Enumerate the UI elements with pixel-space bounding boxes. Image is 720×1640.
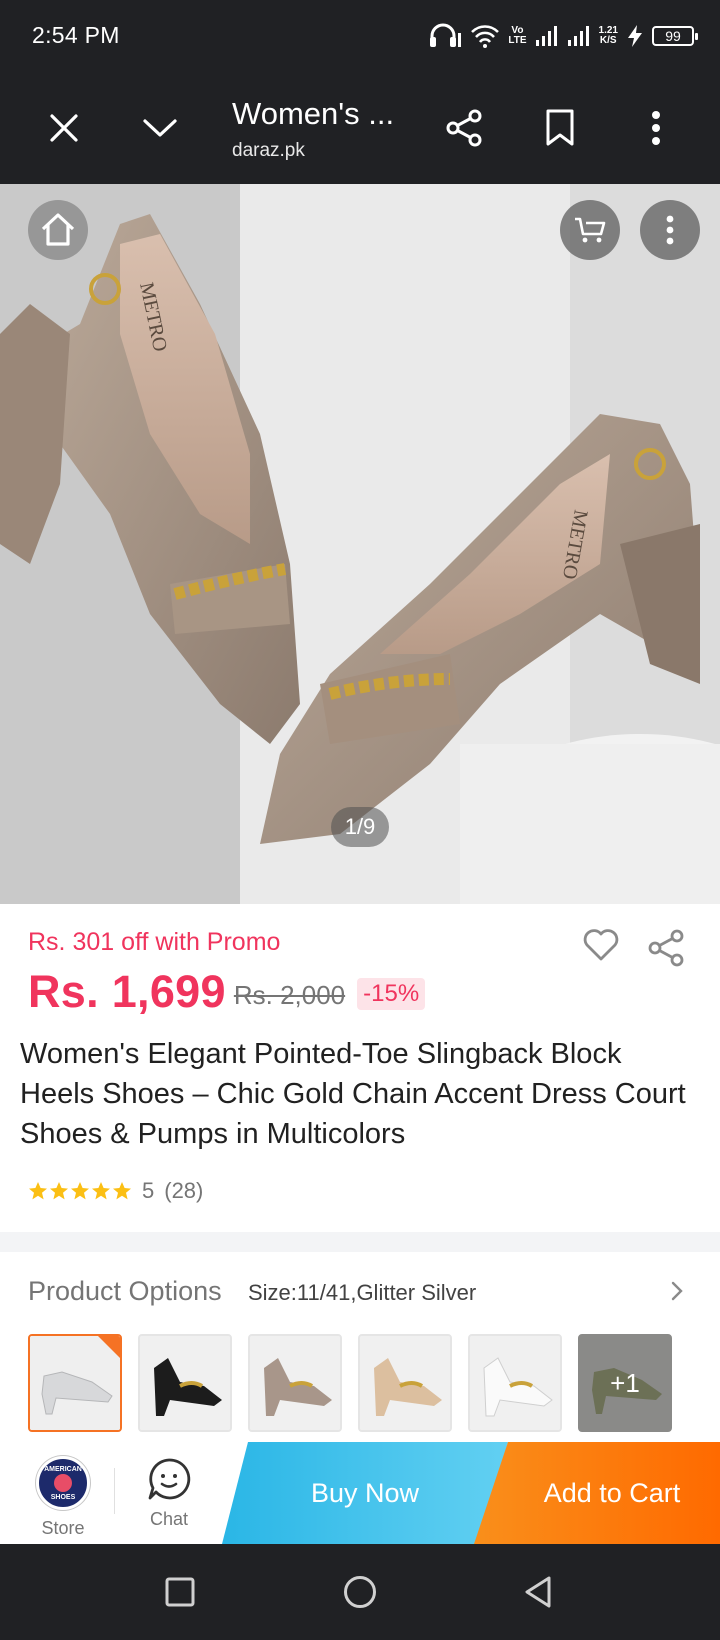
chat-label: Chat xyxy=(149,1509,189,1529)
options-expand-button[interactable] xyxy=(670,1280,684,1307)
current-price: Rs. 1,699 xyxy=(28,966,226,1017)
home-nav-button[interactable] xyxy=(336,1568,384,1616)
product-share-button[interactable] xyxy=(646,928,686,973)
divider xyxy=(114,1468,115,1514)
store-button[interactable]: AMERICAN SHOES Store xyxy=(28,1456,98,1539)
cart-icon xyxy=(575,217,606,243)
bookmark-button[interactable] xyxy=(532,100,588,156)
status-time: 2:54 PM xyxy=(32,22,120,48)
variant-thumbnail[interactable] xyxy=(28,1334,122,1432)
rating-count: (28) xyxy=(164,1178,204,1203)
more-vert-icon xyxy=(666,215,674,245)
charging-icon xyxy=(628,25,642,47)
page-url: daraz.pk xyxy=(232,140,305,161)
shoe-thumbnail-taupe xyxy=(250,1336,340,1430)
battery-indicator: 99 xyxy=(652,26,698,46)
chevron-right-icon xyxy=(671,1281,683,1301)
network-speed: 1.21 K/S xyxy=(598,25,618,46)
more-options-button[interactable] xyxy=(628,100,684,156)
share-icon xyxy=(446,109,482,147)
back-triangle-icon xyxy=(525,1576,551,1608)
recents-button[interactable] xyxy=(156,1568,204,1616)
options-label: Product Options xyxy=(28,1276,222,1306)
volte-indicator: Vo LTE xyxy=(508,25,527,46)
original-price: Rs. 2,000 xyxy=(233,979,346,1010)
close-button[interactable] xyxy=(36,100,92,156)
chat-icon xyxy=(148,1458,191,1500)
store-logo: AMERICAN SHOES xyxy=(36,1456,90,1510)
system-navigation-bar xyxy=(0,1544,720,1640)
shoe-thumbnail-beige xyxy=(360,1336,450,1430)
shoe-thumbnail-white xyxy=(470,1336,560,1430)
add-to-cart-button[interactable]: Add to Cart xyxy=(474,1442,720,1544)
star-icon xyxy=(92,1182,110,1200)
cart-button[interactable] xyxy=(560,200,620,260)
promo-text: Rs. 301 off with Promo xyxy=(28,928,281,956)
variant-thumbnail[interactable] xyxy=(138,1334,232,1432)
wishlist-button[interactable] xyxy=(582,928,620,967)
star-icon xyxy=(113,1182,131,1200)
gallery-more-button[interactable] xyxy=(640,200,700,260)
product-photo: METRO METRO xyxy=(0,184,720,904)
bookmark-icon xyxy=(546,109,574,146)
bottom-action-bar: AMERICAN SHOES Store Chat Buy Now Add to… xyxy=(0,1442,720,1544)
variant-thumbnail[interactable] xyxy=(358,1334,452,1432)
options-selected-value: Size:11/41,Glitter Silver xyxy=(248,1280,477,1305)
rating-score: 5 xyxy=(142,1178,155,1203)
star-icon xyxy=(71,1182,89,1200)
home-icon xyxy=(41,213,75,246)
rating[interactable]: 5 (28) xyxy=(28,1178,203,1204)
share-icon xyxy=(648,929,684,967)
recents-icon xyxy=(165,1577,195,1607)
status-bar: 2:54 PM Vo LTE 1.21 K/S 99 xyxy=(0,0,720,72)
shoe-thumbnail-silver xyxy=(30,1336,120,1430)
more-vert-icon xyxy=(652,111,660,145)
variant-thumbnails: +1 xyxy=(28,1334,672,1432)
heart-icon xyxy=(583,929,619,961)
signal-icon-2 xyxy=(567,26,589,46)
product-title: Women's Elegant Pointed-Toe Slingback Bl… xyxy=(20,1038,686,1150)
product-image-gallery[interactable]: METRO METRO 1/9 xyxy=(0,184,720,904)
browser-toolbar: Women's ... daraz.pk xyxy=(0,72,720,184)
product-options[interactable]: Product Options Size:11/41,Glitter Silve… xyxy=(0,1252,720,1442)
buy-now-button[interactable]: Buy Now xyxy=(222,1442,508,1544)
star-rating xyxy=(28,1181,132,1201)
star-icon xyxy=(29,1182,47,1200)
discount-badge: -15% xyxy=(357,978,426,1010)
shoe-thumbnail-black xyxy=(140,1336,230,1430)
home-button[interactable] xyxy=(28,200,88,260)
headphones-icon xyxy=(430,23,462,47)
image-counter: 1/9 xyxy=(331,807,389,847)
variant-thumbnail[interactable] xyxy=(468,1334,562,1432)
page-title: Women's ... xyxy=(232,96,395,131)
status-icons: Vo LTE 1.21 K/S 99 xyxy=(428,18,698,54)
price-row: Rs. 1,699 Rs. 2,000 -15% xyxy=(28,966,426,1018)
close-icon xyxy=(50,114,78,142)
product-info: Rs. 301 off with Promo Rs. 1,699 Rs. 2,0… xyxy=(0,904,720,1232)
variant-thumbnail[interactable] xyxy=(248,1334,342,1432)
more-variants-count: +1 xyxy=(610,1367,640,1398)
store-label: Store xyxy=(41,1518,85,1538)
star-icon xyxy=(50,1182,68,1200)
minimize-button[interactable] xyxy=(132,100,188,156)
circle-home-icon xyxy=(344,1576,376,1608)
wifi-icon xyxy=(471,25,500,48)
share-button[interactable] xyxy=(436,100,492,156)
back-button[interactable] xyxy=(514,1568,562,1616)
chevron-down-icon xyxy=(143,119,177,137)
chat-button[interactable]: Chat xyxy=(132,1456,206,1530)
variant-thumbnail-more[interactable]: +1 xyxy=(578,1334,672,1432)
signal-icon-1 xyxy=(535,26,557,46)
